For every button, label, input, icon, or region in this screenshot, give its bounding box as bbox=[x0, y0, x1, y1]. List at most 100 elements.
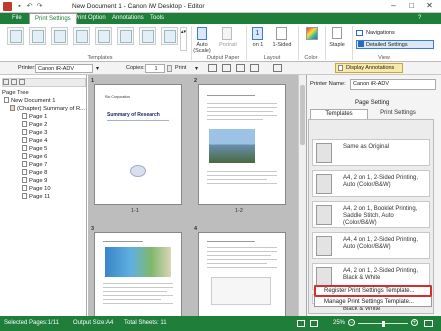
template-thumbnail[interactable] bbox=[117, 27, 134, 45]
staple-button[interactable]: Staple bbox=[326, 42, 348, 48]
tab-tools[interactable]: Tools bbox=[145, 13, 169, 24]
photo-image bbox=[209, 129, 255, 163]
portrait-icon bbox=[222, 27, 232, 40]
portrait-button[interactable]: Portrait bbox=[216, 42, 240, 48]
template-item-label: A4, 2 on 1, Booklet Printing, Saddle Sti… bbox=[343, 206, 418, 226]
tree-item-page[interactable]: Page 6 bbox=[22, 153, 47, 161]
menu-bar: File Print Settings Print Option Annotat… bbox=[0, 13, 441, 24]
color-mode-icon[interactable] bbox=[306, 27, 318, 40]
page-1-2-thumbnail[interactable] bbox=[198, 84, 286, 205]
group-output-paper: Output Paper bbox=[206, 55, 240, 61]
printer-select[interactable]: Canon iR-ADV bbox=[35, 64, 93, 73]
tree-item-label: (Chapter) Summary of R... bbox=[17, 106, 85, 112]
help-icon[interactable]: ? bbox=[418, 15, 426, 22]
tree-item-label: Page 11 bbox=[29, 194, 51, 200]
page-tree-header: Page Tree bbox=[2, 90, 29, 96]
tree-tool-icon[interactable] bbox=[19, 79, 25, 85]
save-icon[interactable]: ▪ bbox=[15, 2, 24, 11]
zoom-in-icon[interactable]: + bbox=[411, 319, 418, 326]
page-thumbnail[interactable] bbox=[198, 232, 286, 316]
print-dropdown-icon[interactable]: ▾ bbox=[195, 65, 198, 72]
maximize-icon[interactable]: □ bbox=[404, 0, 419, 12]
printer-name-select[interactable]: Canon iR-ADV bbox=[350, 79, 436, 90]
tree-item-label: Page 9 bbox=[29, 178, 48, 184]
sided-button[interactable]: 1-Sided bbox=[270, 42, 294, 48]
page-thumbnail[interactable] bbox=[94, 232, 182, 316]
canvas-scrollbar[interactable] bbox=[298, 75, 306, 316]
detailed-settings-label: Detailed Settings bbox=[366, 42, 408, 48]
fit-page-icon[interactable] bbox=[297, 320, 305, 327]
template-item-label: Same as Original bbox=[343, 144, 390, 150]
page-label: 1-1 bbox=[131, 208, 139, 214]
chapter-number: 4 bbox=[194, 226, 198, 232]
page-canvas[interactable]: 1 2 Rio Corporation Summary of Research … bbox=[88, 75, 298, 316]
selected-pages-status: Selected Pages:1/11 bbox=[4, 320, 59, 326]
template-thumbnail[interactable] bbox=[29, 27, 46, 45]
tree-item-page[interactable]: Page 1 bbox=[22, 113, 47, 121]
template-thumbnail[interactable] bbox=[51, 27, 68, 45]
copies-label: Copies: bbox=[126, 65, 145, 71]
template-item[interactable]: Same as Original bbox=[312, 139, 430, 166]
tree-item-page[interactable]: Page 5 bbox=[22, 145, 47, 153]
template-thumbnail[interactable] bbox=[139, 27, 156, 45]
tab-templates[interactable]: Templates bbox=[310, 109, 368, 119]
tree-item-chapter[interactable]: (Chapter) Summary of R... bbox=[10, 105, 85, 113]
printer-label: Printer: bbox=[18, 65, 36, 71]
template-item[interactable]: A4, 2 on 1, 2-Sided Printing, Auto (Colo… bbox=[312, 170, 430, 197]
tree-item-page[interactable]: Page 10 bbox=[22, 185, 51, 193]
tab-print-settings-panel[interactable]: Print Settings bbox=[368, 109, 428, 119]
close-icon[interactable]: ✕ bbox=[422, 0, 437, 12]
template-item[interactable]: A4, 2 on 1, Booklet Printing, Saddle Sti… bbox=[312, 201, 430, 228]
zoom-out-icon[interactable]: − bbox=[348, 319, 355, 326]
tree-item-label: Page 10 bbox=[29, 186, 51, 192]
manage-template-menu-item[interactable]: Manage Print Settings Template... bbox=[324, 299, 414, 305]
tree-item-label: Page 2 bbox=[29, 122, 48, 128]
view-icon[interactable] bbox=[222, 64, 231, 72]
view-icon[interactable] bbox=[250, 64, 259, 72]
tab-annotations[interactable]: Annotations bbox=[107, 13, 149, 24]
copies-input[interactable]: 1 bbox=[145, 64, 165, 73]
view-icon[interactable] bbox=[236, 64, 245, 72]
templates-scroll[interactable]: ▴▾ bbox=[180, 27, 187, 51]
tree-item-page[interactable]: Page 8 bbox=[22, 169, 47, 177]
tree-tool-icon[interactable] bbox=[11, 79, 17, 85]
register-template-menu-item[interactable]: Register Print Settings Template... bbox=[324, 288, 415, 294]
view-mode-icon[interactable] bbox=[424, 320, 433, 327]
auto-scale-button[interactable]: Auto (Scale) bbox=[192, 42, 212, 54]
tree-item-label: Page 6 bbox=[29, 154, 48, 160]
template-thumbnail[interactable] bbox=[95, 27, 112, 45]
tree-item-page[interactable]: Page 2 bbox=[22, 121, 47, 129]
pages-per-sheet-button[interactable]: on 1 bbox=[248, 42, 268, 48]
tree-item-page[interactable]: Page 7 bbox=[22, 161, 47, 169]
chevron-down-icon[interactable]: ▾ bbox=[96, 65, 99, 72]
template-thumbnail[interactable] bbox=[161, 27, 178, 45]
tab-file[interactable]: File bbox=[7, 13, 27, 24]
tree-item-page[interactable]: Page 3 bbox=[22, 129, 47, 137]
zoom-slider-thumb[interactable] bbox=[382, 321, 385, 327]
fit-width-icon[interactable] bbox=[310, 320, 318, 327]
group-layout: Layout bbox=[263, 55, 281, 61]
view-icon[interactable] bbox=[208, 64, 217, 72]
template-thumbnail[interactable] bbox=[7, 27, 24, 45]
minimize-icon[interactable]: – bbox=[386, 0, 401, 12]
tree-tool-icon[interactable] bbox=[3, 79, 9, 85]
photo-image bbox=[105, 247, 171, 277]
logo-icon bbox=[130, 165, 146, 177]
navigations-button[interactable]: Navigations bbox=[366, 30, 395, 36]
template-item[interactable]: A4, 4 on 1, 2-Sided Printing, Auto (Colo… bbox=[312, 232, 430, 259]
template-thumbnail[interactable] bbox=[73, 27, 90, 45]
view-icon[interactable] bbox=[273, 64, 282, 72]
template-item-label: A4, 2 on 1, 2-Sided Printing, Auto (Colo… bbox=[343, 175, 419, 188]
tree-item-page[interactable]: Page 4 bbox=[22, 137, 47, 145]
page-1-1-thumbnail[interactable]: Rio Corporation Summary of Research bbox=[94, 84, 182, 205]
tab-print-option[interactable]: Print Option bbox=[69, 13, 111, 24]
printer-icon bbox=[167, 65, 172, 72]
tree-item-root[interactable]: New Document 1 bbox=[4, 97, 55, 105]
chapter-number: 2 bbox=[194, 78, 198, 84]
scrollbar-thumb[interactable] bbox=[300, 85, 305, 145]
tree-item-page[interactable]: Page 9 bbox=[22, 177, 47, 185]
tree-item-page[interactable]: Page 11 bbox=[22, 193, 50, 201]
undo-icon[interactable]: ↶ bbox=[25, 2, 34, 11]
print-button[interactable]: Print bbox=[175, 65, 186, 71]
redo-icon[interactable]: ↷ bbox=[35, 2, 44, 11]
